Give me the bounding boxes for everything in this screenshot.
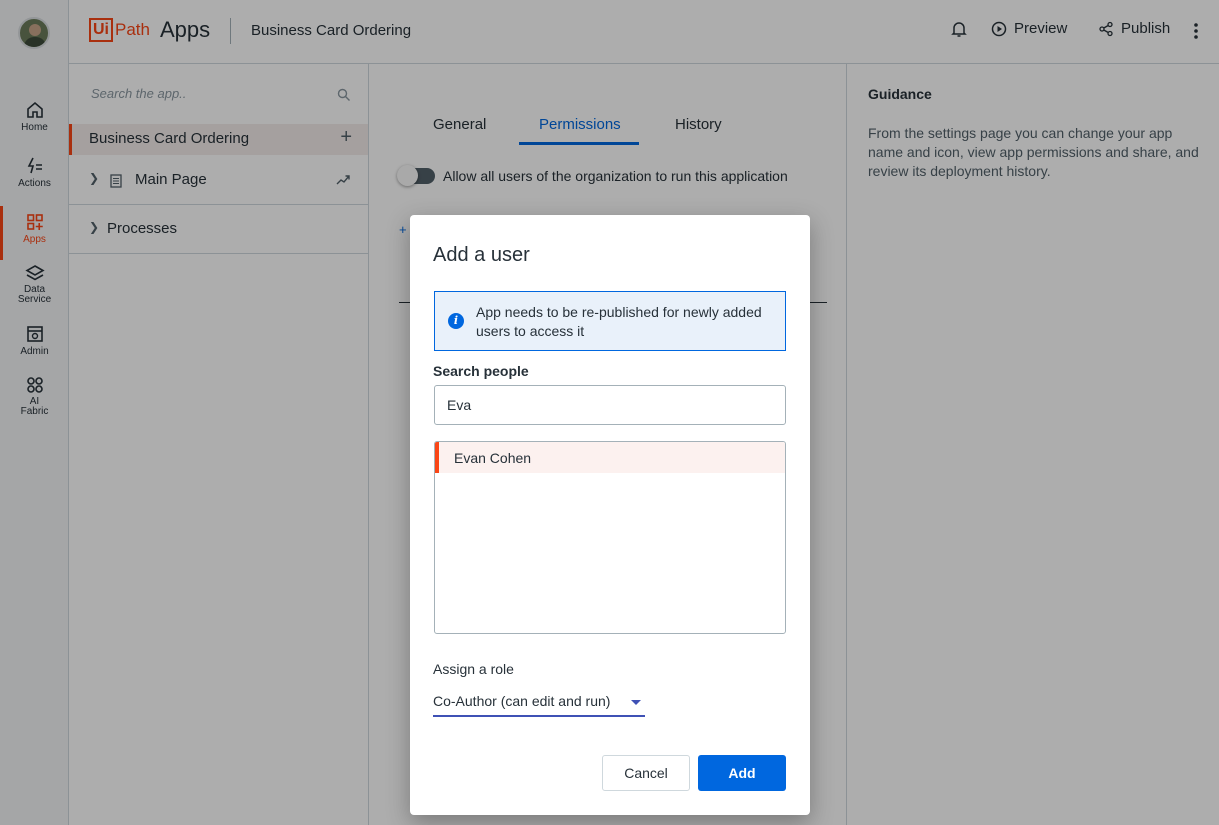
cancel-button[interactable]: Cancel — [602, 755, 690, 791]
add-button[interactable]: Add — [698, 755, 786, 791]
add-user-dialog: Add a user i App needs to be re-publishe… — [410, 215, 810, 815]
role-select[interactable]: Co-Author (can edit and run) — [433, 693, 645, 717]
assign-role-label: Assign a role — [433, 661, 514, 677]
search-results-list: Evan Cohen — [434, 441, 786, 634]
search-result-item[interactable]: Evan Cohen — [435, 442, 785, 473]
search-people-label: Search people — [433, 363, 529, 379]
role-select-value: Co-Author (can edit and run) — [433, 693, 611, 709]
search-people-input[interactable]: Eva — [434, 385, 786, 425]
dropdown-caret-icon — [631, 700, 641, 705]
info-icon: i — [448, 313, 464, 329]
info-text: App needs to be re-published for newly a… — [476, 304, 762, 339]
info-banner: i App needs to be re-published for newly… — [434, 291, 786, 351]
dialog-title: Add a user — [433, 244, 530, 266]
